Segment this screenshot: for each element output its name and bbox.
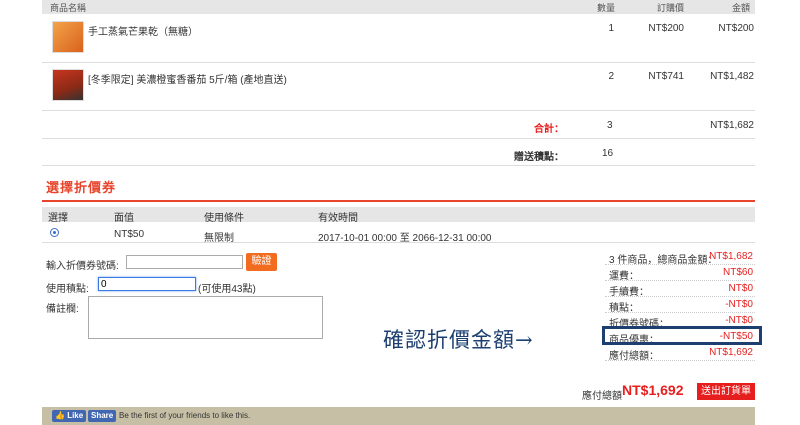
use-points-label: 使用積點: <box>46 284 89 295</box>
facebook-bar: 👍 Like Share Be the first of your friend… <box>42 407 755 425</box>
coupon-code-input[interactable] <box>126 255 243 269</box>
row-divider <box>42 138 755 139</box>
product-amount: NT$1,482 <box>710 71 754 82</box>
subtotal-qty: 3 <box>607 120 613 131</box>
col-qty-header: 數量 <box>597 3 616 13</box>
fb-like-button[interactable]: 👍 Like <box>52 410 87 422</box>
verify-button[interactable]: 驗證 <box>246 253 277 271</box>
summary-value: NT$1,692 <box>709 347 753 358</box>
row-divider <box>42 242 755 243</box>
summary-value: -NT$0 <box>725 315 753 326</box>
coupon-code-label: 輸入折價券號碼: <box>46 261 119 272</box>
summary-value: -NT$0 <box>725 299 753 310</box>
summary-value: NT$0 <box>728 283 753 294</box>
col-amount-header: 金額 <box>732 3 751 13</box>
available-points-hint: (可使用43點) <box>198 284 256 295</box>
bonus-points-label: 贈送積點： <box>514 152 564 163</box>
col-name-header: 商品名稱 <box>50 3 87 13</box>
subtotal-label: 合計： <box>534 124 564 135</box>
note-textarea[interactable] <box>88 296 323 339</box>
row-divider <box>42 62 755 63</box>
summary-value: NT$60 <box>722 267 753 278</box>
product-price: NT$741 <box>648 71 684 82</box>
annotation-highlight-box <box>602 326 762 345</box>
coupon-value: NT$50 <box>114 229 145 240</box>
coupon-section-title: 選擇折價券 <box>46 180 117 195</box>
section-underline <box>42 200 755 202</box>
fb-text: Be the first of your friends to like thi… <box>119 411 251 420</box>
thumbs-up-icon: 👍 <box>55 411 68 420</box>
note-label: 備註欄: <box>46 304 79 315</box>
product-table-header: 商品名稱 數量 訂購價 金額 <box>42 0 755 14</box>
summary-divider <box>605 296 755 297</box>
product-name[interactable]: 手工蒸氣芒果乾（無糖） <box>88 23 198 38</box>
submit-order-button[interactable]: 送出訂貨單 <box>697 383 755 400</box>
product-thumbnail-mango[interactable] <box>52 21 84 53</box>
col-value-header: 面值 <box>114 213 134 224</box>
use-points-input[interactable] <box>98 277 196 291</box>
summary-divider <box>605 360 755 361</box>
row-divider <box>42 165 755 166</box>
subtotal-amount: NT$1,682 <box>710 120 754 131</box>
col-select-header: 選擇 <box>48 213 68 224</box>
summary-value: NT$1,682 <box>709 251 753 262</box>
annotation-text: 確認折價金額→ <box>383 328 534 352</box>
footer-total-value: NT$1,692 <box>622 382 684 398</box>
product-qty: 2 <box>608 71 614 82</box>
footer-total-label: 應付總額 <box>582 391 622 402</box>
product-amount: NT$200 <box>718 23 754 34</box>
fb-share-button[interactable]: Share <box>88 410 117 422</box>
coupon-table-header: 選擇 面值 使用條件 有效時間 <box>42 207 755 224</box>
product-price: NT$200 <box>648 23 684 34</box>
col-period-header: 有效時間 <box>318 213 358 224</box>
col-condition-header: 使用條件 <box>204 213 244 224</box>
summary-divider <box>605 312 755 313</box>
product-name[interactable]: [冬季限定] 美濃橙蜜香番茄 5斤/箱 (產地直送) <box>88 71 287 86</box>
product-thumbnail-tomato[interactable] <box>52 69 84 101</box>
summary-divider <box>605 264 755 265</box>
bonus-points-value: 16 <box>602 148 614 159</box>
col-price-header: 訂購價 <box>657 3 685 13</box>
product-qty: 1 <box>608 23 614 34</box>
coupon-radio[interactable] <box>50 228 59 237</box>
fb-like-label: Like <box>67 411 84 420</box>
row-divider <box>42 110 755 111</box>
summary-divider <box>605 280 755 281</box>
